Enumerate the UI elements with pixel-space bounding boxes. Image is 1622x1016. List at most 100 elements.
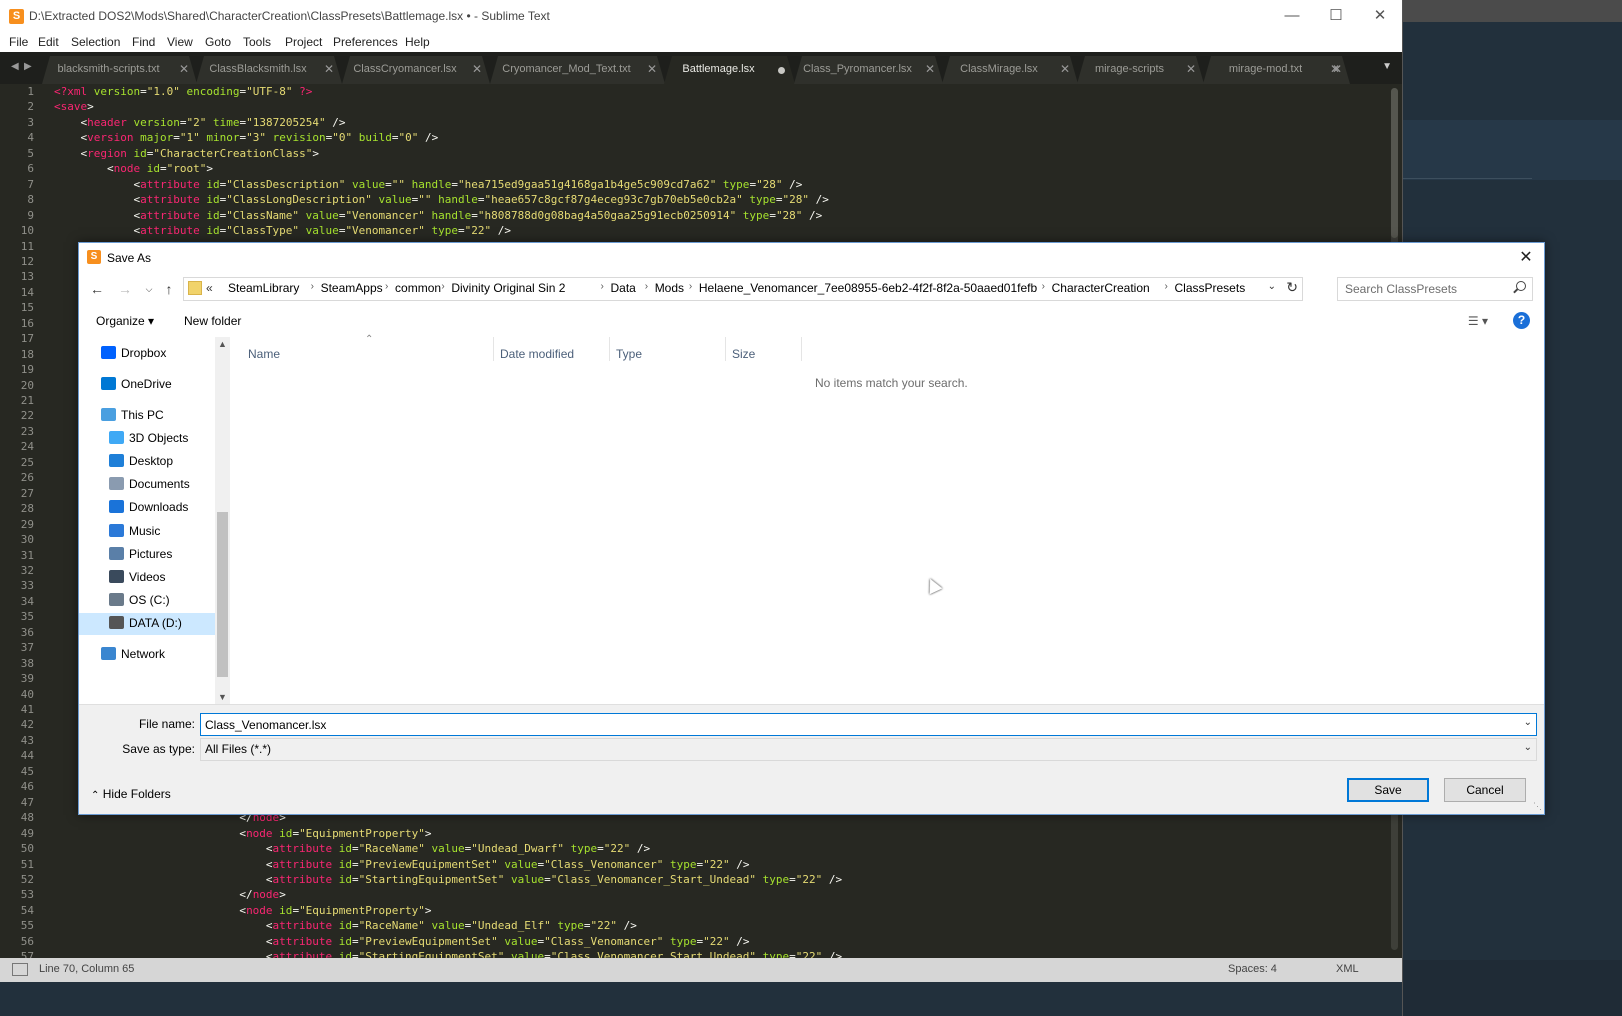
breadcrumb-separator-icon[interactable]: › [645,281,648,292]
address-bar[interactable]: « SteamLibrary › SteamApps › common › Divinity… [183,277,1303,301]
code-line[interactable]: <region id="CharacterCreationClass"> [54,147,318,160]
breadcrumb-separator-icon[interactable]: › [689,281,692,292]
nav-item-data-d-[interactable]: DATA (D:) [79,613,215,635]
breadcrumb-item[interactable]: Divinity Original Sin 2 [451,281,565,295]
menu-preferences[interactable]: Preferences [333,35,398,49]
nav-item-onedrive[interactable]: OneDrive [101,374,215,396]
nav-item-dropbox[interactable]: Dropbox [101,343,215,365]
menu-tools[interactable]: Tools [243,35,271,49]
nav-item-3d-objects[interactable]: 3D Objects [109,428,215,450]
column-header-type[interactable]: Type [610,337,726,361]
save-button[interactable]: Save [1347,778,1429,802]
refresh-icon[interactable]: ↻ [1286,279,1298,296]
nav-item-os-c-[interactable]: OS (C:) [109,590,215,612]
tab-close-icon[interactable]: ✕ [647,62,657,76]
search-icon[interactable] [1516,281,1526,291]
tab-classblacksmith-lsx[interactable]: ClassBlacksmith.lsx ✕ [196,56,342,84]
new-folder-button[interactable]: New folder [184,314,241,328]
menu-file[interactable]: File [9,35,28,49]
code-line[interactable]: <?xml version="1.0" encoding="UTF-8" ?> [54,85,312,98]
recent-locations-chevron-icon[interactable]: ⌵ [139,279,159,299]
breadcrumb-overflow[interactable]: « [206,281,213,295]
tab-mirage-scripts[interactable]: mirage-scripts ✕ [1077,56,1204,84]
search-box[interactable] [1337,277,1533,301]
tab-close-icon[interactable]: ✕ [1186,62,1196,76]
cancel-button[interactable]: Cancel [1444,778,1526,802]
hide-folders-button[interactable]: ⌃ Hide Folders [91,787,171,801]
code-line[interactable]: <node id="EquipmentProperty"> [54,904,431,917]
menu-goto[interactable]: Goto [205,35,231,49]
view-options-icon[interactable]: ☰ ▾ [1468,314,1488,328]
tab-class-pyromancer-lsx[interactable]: Class_Pyromancer.lsx ✕ [794,56,943,84]
breadcrumb-separator-icon[interactable]: › [601,281,604,292]
save-type-select[interactable]: All Files (*.*) ⌄ [200,738,1537,761]
code-line[interactable]: <save> [54,100,94,113]
tab-classmirage-lsx[interactable]: ClassMirage.lsx ✕ [942,56,1078,84]
forward-arrow-icon[interactable]: → [115,279,135,299]
help-icon[interactable]: ? [1513,312,1530,329]
file-name-field[interactable]: ⌄ [200,713,1537,736]
nav-item-network[interactable]: Network [101,644,215,666]
breadcrumb-separator-icon[interactable]: › [385,281,388,292]
tab-close-icon[interactable]: ✕ [1330,62,1394,76]
tab-right-arrow-icon[interactable]: ▶ [24,61,32,72]
scrollbar-thumb[interactable] [217,512,228,677]
breadcrumb-separator-icon[interactable]: › [311,281,314,292]
nav-item-this-pc[interactable]: This PC [101,405,215,427]
breadcrumb-item[interactable]: SteamLibrary [228,281,299,295]
breadcrumb-item[interactable]: CharacterCreation [1052,281,1150,295]
nav-item-documents[interactable]: Documents [109,474,215,496]
breadcrumb-item[interactable]: SteamApps [321,281,383,295]
organize-button[interactable]: Organize ▾ [96,314,154,328]
column-header-date-modified[interactable]: Date modified [494,337,610,361]
tab-blacksmith-scripts-txt[interactable]: blacksmith-scripts.txt ✕ [42,56,197,84]
tab-battlemage-lsx[interactable]: Battlemage.lsx [664,56,795,84]
code-line[interactable]: <header version="2" time="1387205254" /> [54,116,345,129]
tab-close-icon[interactable]: ✕ [472,62,482,76]
breadcrumb-separator-icon[interactable]: › [1165,281,1168,292]
address-dropdown-icon[interactable]: ⌄ [1268,281,1276,292]
close-window-button[interactable]: ✕ [1358,4,1402,28]
code-line[interactable]: <node id="root"> [54,162,213,175]
code-line[interactable]: <version major="1" minor="3" revision="0… [54,131,438,144]
dialog-close-button[interactable]: ✕ [1514,247,1538,269]
tab-mirage-mod-txt[interactable]: mirage-mod.txt ✕ [1203,56,1350,84]
code-line[interactable]: <attribute id="ClassType" value="Venoman… [54,224,511,237]
code-line[interactable]: <attribute id="StartingEquipmentSet" val… [54,950,842,958]
code-line[interactable]: <node id="EquipmentProperty"> [54,827,431,840]
file-list[interactable]: ⌃ Name Date modified Type Size No items mat… [231,334,1542,704]
scroll-down-icon[interactable]: ▼ [218,692,227,702]
nav-item-videos[interactable]: Videos [109,567,215,589]
search-input[interactable] [1338,278,1517,300]
tab-left-arrow-icon[interactable]: ◀ [11,61,19,72]
nav-item-downloads[interactable]: Downloads [109,497,215,519]
code-line[interactable]: <attribute id = "ClassLongDescription" val… [54,193,828,206]
panel-toggle-icon[interactable] [12,963,28,976]
back-arrow-icon[interactable]: ← [87,279,107,299]
code-line[interactable]: <attribute id="ClassDescription" value="… [54,178,802,191]
code-line[interactable]: <attribute id = "ClassName" value = "Venoman… [54,209,822,222]
code-line[interactable]: <attribute id="StartingEquipmentSet" val… [54,873,842,886]
breadcrumb-item[interactable]: Helaene_Venomancer_7ee08955-6eb2-4f2f-8f… [699,281,1037,295]
breadcrumb-item[interactable]: Mods [655,281,684,295]
code-line[interactable]: <attribute id="PreviewEquipmentSet" valu… [54,858,750,871]
menu-help[interactable]: Help [405,35,430,49]
nav-item-music[interactable]: Music [109,521,215,543]
breadcrumb-item[interactable]: ClassPresets [1175,281,1246,295]
tab-close-icon[interactable]: ✕ [179,62,189,76]
chevron-down-icon[interactable]: ⌄ [1524,717,1532,728]
tab-close-icon[interactable]: ✕ [1060,62,1070,76]
scroll-up-icon[interactable]: ▲ [218,339,227,349]
indentation-setting[interactable]: Spaces: 4 [1228,963,1277,975]
menu-project[interactable]: Project [285,35,322,49]
tab-close-icon[interactable]: ✕ [324,62,334,76]
menu-edit[interactable]: Edit [38,35,59,49]
nav-item-desktop[interactable]: Desktop [109,451,215,473]
file-name-input[interactable] [201,714,1507,735]
syntax-setting[interactable]: XML [1336,963,1359,975]
resize-grip-icon[interactable]: ⋱ [1533,801,1542,812]
breadcrumb-separator-icon[interactable]: › [441,281,444,292]
breadcrumb-separator-icon[interactable]: › [1042,281,1045,292]
breadcrumb-item[interactable]: common [395,281,441,295]
breadcrumb-item[interactable]: Data [611,281,636,295]
